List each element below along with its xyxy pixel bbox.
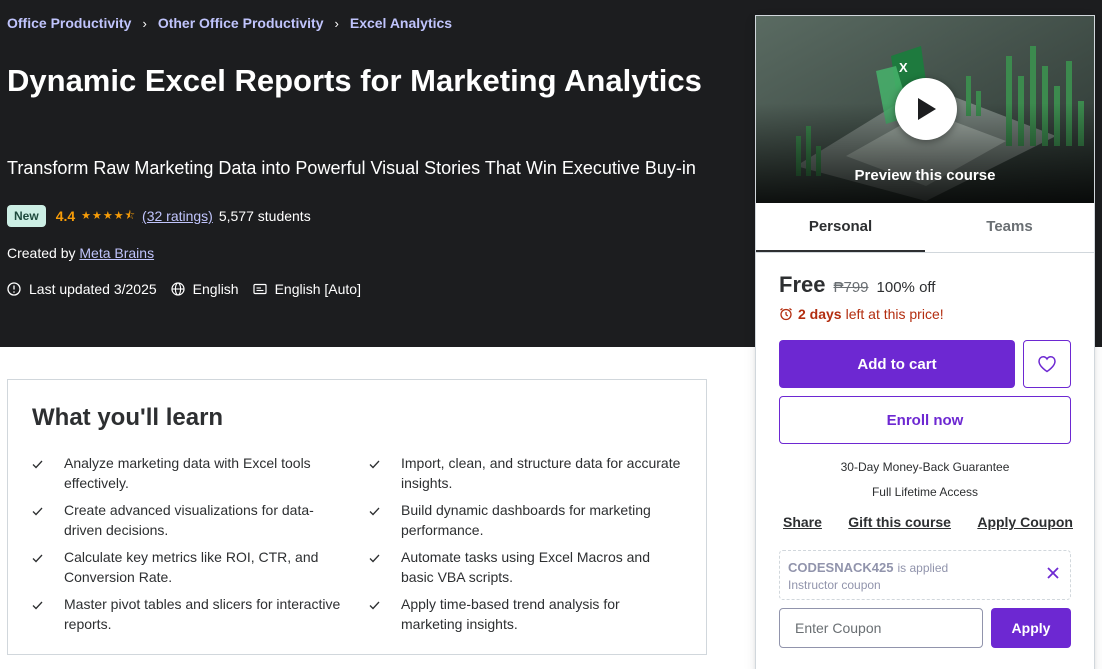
learn-title: What you'll learn (32, 404, 224, 431)
tab-teams[interactable]: Teams (925, 203, 1094, 252)
coupon-type: Instructor coupon (788, 578, 881, 592)
gift-course-link[interactable]: Gift this course (848, 514, 951, 530)
check-icon (369, 454, 401, 475)
rating-row: New 4.4 ★★★★⯪ (32 ratings) 5,577 student… (7, 205, 311, 227)
captions: English [Auto] (252, 281, 361, 297)
new-badge: New (7, 205, 46, 227)
last-updated: Last updated 3/2025 (7, 281, 157, 297)
breadcrumb-item-excel-analytics[interactable]: Excel Analytics (350, 15, 452, 31)
list-item: Build dynamic dashboards for marketing p… (369, 501, 682, 540)
chevron-right-icon: › (334, 15, 339, 31)
coupon-applied-text: is applied (897, 561, 949, 575)
last-updated-text: Last updated 3/2025 (29, 281, 157, 297)
chevron-right-icon: › (142, 15, 147, 31)
author-link[interactable]: Meta Brains (79, 245, 154, 261)
coupon-code: CODESNACK425 (788, 560, 894, 575)
enroll-now-button[interactable]: Enroll now (779, 396, 1071, 444)
list-item: Master pivot tables and slicers for inte… (32, 595, 369, 634)
current-price: Free (779, 272, 826, 297)
created-by-label: Created by (7, 245, 76, 261)
heart-icon (1038, 356, 1056, 373)
tab-personal[interactable]: Personal (756, 203, 925, 252)
captions-text: English [Auto] (274, 281, 361, 297)
check-icon (369, 548, 401, 569)
share-link[interactable]: Share (783, 514, 822, 530)
ratings-count-link[interactable]: (32 ratings) (142, 208, 213, 224)
deadline-days: 2 days (798, 306, 842, 322)
list-item: Calculate key metrics like ROI, CTR, and… (32, 548, 369, 587)
check-icon (369, 595, 401, 616)
students-count: 5,577 students (218, 208, 311, 224)
check-icon (32, 501, 64, 522)
language-text: English (192, 281, 239, 297)
discount-percent: 100% off (876, 279, 936, 296)
apply-coupon-button[interactable]: Apply (991, 608, 1071, 648)
list-item: Import, clean, and structure data for ac… (369, 454, 682, 493)
language: English (171, 281, 239, 297)
breadcrumb: Office Productivity › Other Office Produ… (7, 15, 452, 31)
captions-icon (252, 283, 267, 295)
close-icon[interactable] (1046, 566, 1060, 580)
course-preview-video[interactable]: X Preview this course (756, 16, 1094, 203)
course-meta: Last updated 3/2025 English English [Aut… (7, 281, 375, 297)
applied-coupon: CODESNACK425 is applied Instructor coupon (779, 550, 1071, 600)
course-title: Dynamic Excel Reports for Marketing Anal… (7, 63, 702, 98)
deadline-text: left at this price! (845, 306, 944, 322)
list-item: Analyze marketing data with Excel tools … (32, 454, 369, 493)
breadcrumb-item-other-office-productivity[interactable]: Other Office Productivity (158, 15, 324, 31)
list-item: Apply time-based trend analysis for mark… (369, 595, 682, 634)
money-back-guarantee: 30-Day Money-Back Guarantee (840, 460, 1010, 474)
plan-tabs: Personal Teams (756, 203, 1094, 253)
coupon-input[interactable] (779, 608, 983, 648)
add-to-cart-button[interactable]: Add to cart (779, 340, 1015, 388)
list-item: Create advanced visualizations for data-… (32, 501, 369, 540)
apply-coupon-link[interactable]: Apply Coupon (977, 514, 1073, 530)
preview-label[interactable]: Preview this course (756, 167, 1094, 184)
learn-list: Analyze marketing data with Excel tools … (32, 454, 682, 634)
star-rating-icon: ★★★★⯪ (81, 209, 137, 222)
check-icon (32, 548, 64, 569)
created-by: Created by Meta Brains (7, 245, 154, 261)
play-icon[interactable] (895, 78, 957, 140)
check-icon (32, 595, 64, 616)
alarm-clock-icon (780, 307, 792, 321)
original-price: ₱799 (833, 279, 869, 296)
breadcrumb-item-office-productivity[interactable]: Office Productivity (7, 15, 131, 31)
svg-text:X: X (899, 60, 908, 75)
lifetime-access: Full Lifetime Access (871, 485, 979, 499)
list-item: Automate tasks using Excel Macros and ba… (369, 548, 682, 587)
purchase-sidebar: X Preview this course Personal Teams Fre… (755, 15, 1095, 669)
price-deadline: 2 days left at this price! (779, 306, 944, 322)
what-youll-learn: What you'll learn Analyze marketing data… (7, 379, 707, 655)
alert-clock-icon (7, 282, 21, 296)
wishlist-button[interactable] (1023, 340, 1071, 388)
sidebar-links: Share Gift this course Apply Coupon (783, 514, 1073, 530)
price-row: Free ₱799 100% off (779, 272, 935, 298)
check-icon (32, 454, 64, 475)
rating-value: 4.4 (55, 208, 76, 224)
coupon-code-line: CODESNACK425 is applied (788, 560, 948, 575)
check-icon (369, 501, 401, 522)
globe-icon (171, 282, 185, 296)
course-subtitle: Transform Raw Marketing Data into Powerf… (7, 158, 696, 178)
